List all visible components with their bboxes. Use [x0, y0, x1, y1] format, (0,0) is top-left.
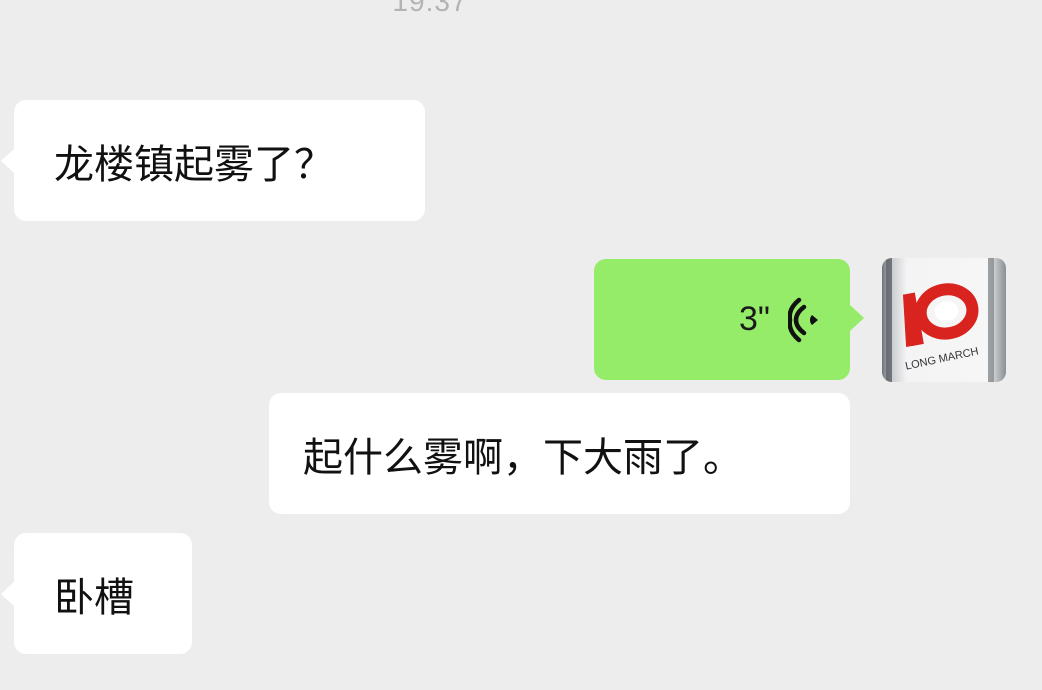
voice-wave-icon [788, 297, 818, 342]
incoming-message-bubble[interactable]: 龙楼镇起雾了？ [1, 100, 425, 221]
voice-duration: 3" [739, 300, 770, 338]
incoming-message-bubble[interactable]: 卧槽 [1, 533, 192, 654]
user-avatar[interactable]: LONG MARCH [882, 258, 1006, 382]
message-text: 龙楼镇起雾了？ [54, 141, 334, 188]
message-text: 起什么雾啊，下大雨了。 [303, 434, 743, 481]
message-timestamp: 19:37 [392, 0, 468, 17]
outgoing-voice-message-bubble[interactable]: 3" [594, 259, 864, 380]
outgoing-message-bubble[interactable]: 起什么雾啊，下大雨了。 [269, 393, 850, 514]
message-text: 卧槽 [54, 574, 134, 621]
